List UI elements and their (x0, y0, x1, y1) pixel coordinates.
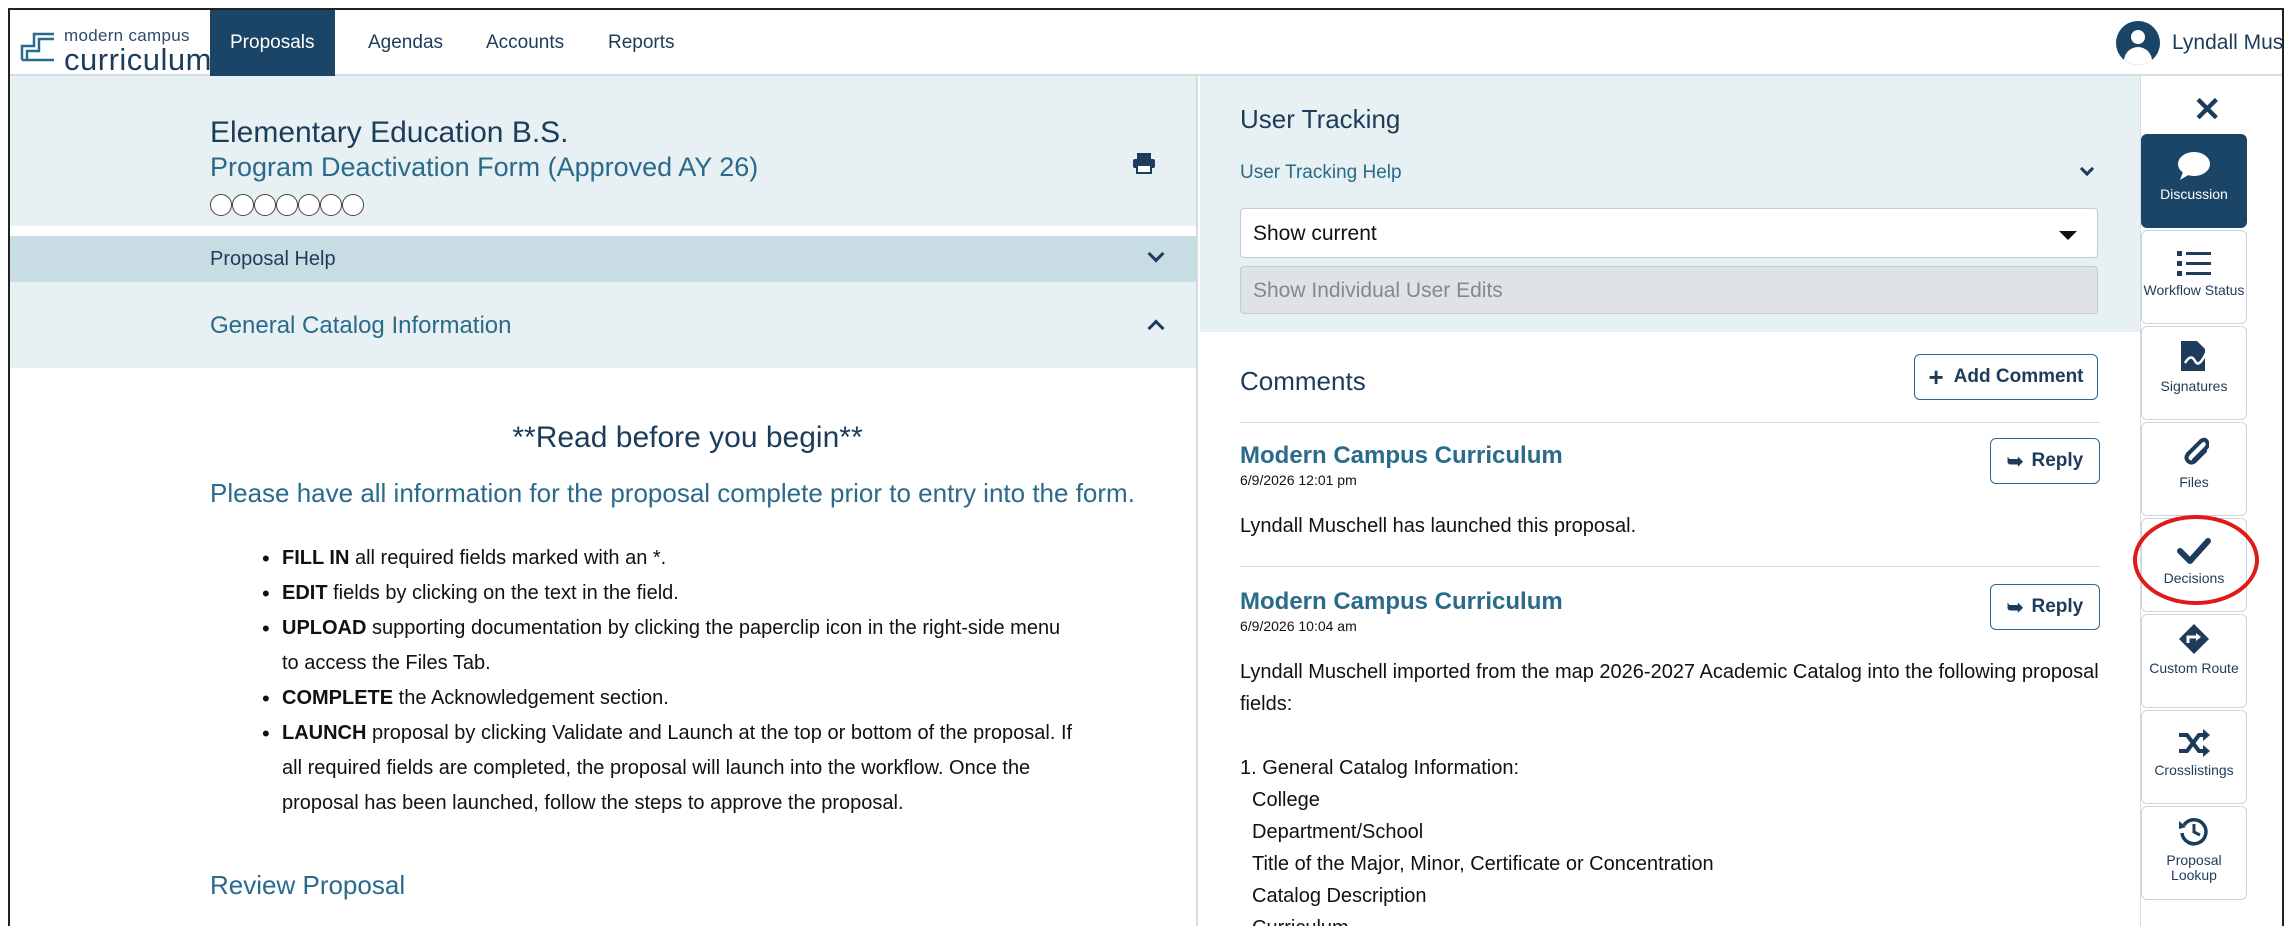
review-proposal-heading: Review Proposal (210, 870, 406, 900)
rail-label: Workflow Status (2143, 282, 2245, 298)
app-frame: modern campus curriculum™ Proposals Agen… (8, 8, 2284, 926)
rail-signatures[interactable]: Signatures (2141, 326, 2247, 420)
proposal-title: Elementary Education B.S. (210, 116, 569, 149)
proposal-help-bar[interactable]: Proposal Help (10, 236, 1196, 282)
comment-date: 6/9/2026 10:04 am (1240, 618, 1357, 634)
rail-label: Crosslistings (2154, 762, 2234, 778)
annotation-highlight-circle (2133, 515, 2259, 605)
progress-circle (276, 194, 298, 216)
reply-label: Reply (2031, 596, 2084, 617)
speech-bubble-icon (2142, 135, 2246, 181)
divider (1240, 422, 2100, 423)
tracking-select-value: Show current (1253, 222, 1377, 245)
user-tracking-title: User Tracking (1240, 104, 1401, 134)
rail-proposal-lookup[interactable]: Proposal Lookup (2141, 806, 2247, 900)
discussion-pane: User Tracking User Tracking Help Show cu… (1200, 76, 2140, 926)
logo[interactable]: modern campus curriculum™ (14, 20, 222, 77)
reply-button[interactable]: ➥ Reply (1990, 584, 2100, 630)
add-comment-label: Add Comment (1953, 366, 2084, 387)
nav-tab-accounts[interactable]: Accounts (466, 10, 584, 76)
history-icon (2142, 807, 2246, 847)
side-rail: ✕ Discussion Workflow Status Signatures … (2140, 76, 2282, 926)
section-label: General Catalog Information (210, 312, 512, 339)
workflow-progress-circles (210, 194, 364, 216)
add-comment-button[interactable]: + Add Comment (1914, 354, 2098, 400)
rail-label: Custom Route (2149, 660, 2239, 676)
paperclip-icon (2142, 423, 2246, 469)
nav-tab-proposals[interactable]: Proposals (210, 10, 335, 76)
comment-list-head: 1. General Catalog Information: (1240, 757, 1520, 779)
comment-list-item: Department/School (1252, 821, 1424, 843)
individual-edits-field: Show Individual User Edits (1240, 266, 2098, 314)
shuffle-icon (2142, 711, 2246, 757)
list-item: COMPLETE the Acknowledgement section. (262, 681, 1082, 716)
list-item: LAUNCH proposal by clicking Validate and… (262, 716, 1082, 821)
chevron-down-icon[interactable] (2079, 161, 2095, 177)
proposal-help-label: Proposal Help (210, 248, 336, 270)
reply-arrow-icon: ➥ (2006, 596, 2024, 619)
progress-circle (254, 194, 276, 216)
comment-list-item: Catalog Description (1252, 885, 1427, 907)
user-tracking-panel: User Tracking User Tracking Help Show cu… (1200, 76, 2140, 332)
caret-down-icon (2059, 231, 2077, 240)
comment-text: Lyndall Muschell has launched this propo… (1240, 515, 1637, 537)
avatar-icon (2116, 21, 2160, 65)
proposal-subtitle: Program Deactivation Form (Approved AY 2… (210, 152, 759, 182)
comment-author: Modern Campus Curriculum (1240, 442, 1563, 469)
comment-list-item: Curriculum (1252, 912, 2112, 926)
divider (1240, 566, 2100, 567)
plus-icon: + (1928, 361, 1944, 392)
comment-text: Lyndall Muschell imported from the map 2… (1240, 661, 2099, 715)
close-icon[interactable]: ✕ (2193, 90, 2222, 130)
logo-big-text: curriculum™ (64, 42, 222, 78)
route-diamond-icon (2142, 615, 2246, 655)
comment-list-item: Title of the Major, Minor, Certificate o… (1252, 853, 1714, 875)
chevron-up-icon (1147, 319, 1165, 337)
progress-circle (342, 194, 364, 216)
rail-label: Proposal Lookup (2166, 852, 2222, 883)
list-item: FILL IN all required fields marked with … (262, 541, 1082, 576)
user-tracking-help[interactable]: User Tracking Help (1240, 162, 1402, 184)
comment-date: 6/9/2026 12:01 pm (1240, 472, 1357, 488)
read-before-heading: **Read before you begin** (512, 421, 863, 454)
rail-label: Discussion (2160, 186, 2228, 202)
rail-workflow-status[interactable]: Workflow Status (2141, 230, 2247, 324)
comment-author: Modern Campus Curriculum (1240, 588, 1563, 615)
reply-arrow-icon: ➥ (2006, 450, 2024, 473)
rail-files[interactable]: Files (2141, 422, 2247, 516)
list-item: UPLOAD supporting documentation by click… (262, 611, 1082, 681)
chevron-down-icon (1147, 245, 1165, 263)
nav-tab-agendas[interactable]: Agendas (348, 10, 463, 76)
progress-circle (210, 194, 232, 216)
general-catalog-section-header[interactable]: General Catalog Information (10, 282, 1196, 368)
list-item: EDIT fields by clicking on the text in t… (262, 576, 1082, 611)
progress-circle (232, 194, 254, 216)
nav-tab-reports[interactable]: Reports (588, 10, 695, 76)
proposal-header: Elementary Education B.S. Program Deacti… (10, 76, 1196, 226)
top-nav: modern campus curriculum™ Proposals Agen… (10, 10, 2282, 77)
rail-discussion[interactable]: Discussion (2141, 134, 2247, 228)
print-icon[interactable] (1132, 152, 1156, 174)
tracking-select[interactable]: Show current (1240, 208, 2098, 258)
reply-button[interactable]: ➥ Reply (1990, 438, 2100, 484)
individual-edits-placeholder: Show Individual User Edits (1253, 279, 1503, 302)
user-menu[interactable]: Lyndall Musc (2116, 10, 2282, 76)
reply-label: Reply (2031, 450, 2084, 471)
comment-list-item: College (1252, 789, 1320, 811)
rail-label: Files (2179, 474, 2209, 490)
rail-crosslistings[interactable]: Crosslistings (2141, 710, 2247, 804)
logo-big-word: curriculum (64, 42, 212, 77)
rail-label: Signatures (2160, 378, 2228, 394)
rail-custom-route[interactable]: Custom Route (2141, 614, 2247, 708)
proposal-pane: Elementary Education B.S. Program Deacti… (10, 76, 1198, 926)
instructions-heading: Please have all information for the prop… (210, 478, 1135, 508)
progress-circle (320, 194, 342, 216)
logo-mark-icon (20, 32, 54, 62)
list-icon (2142, 231, 2246, 277)
progress-circle (298, 194, 320, 216)
user-name: Lyndall Musc (2172, 31, 2282, 54)
instructions-list: FILL IN all required fields marked with … (262, 541, 1082, 821)
signature-icon (2142, 327, 2246, 373)
comments-title: Comments (1240, 366, 1366, 396)
